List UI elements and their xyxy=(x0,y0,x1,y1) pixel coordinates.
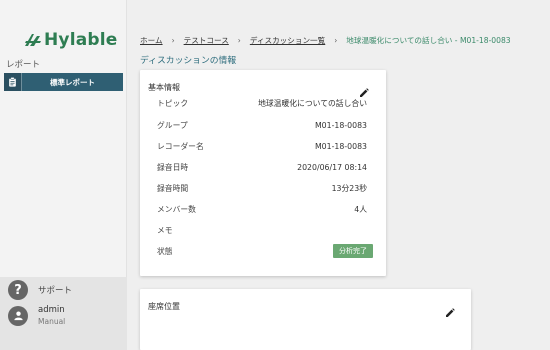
info-label: メモ xyxy=(157,225,173,235)
support-link[interactable]: ? サポート xyxy=(8,280,72,300)
info-label: グループ xyxy=(157,120,188,130)
breadcrumb-home[interactable]: ホーム xyxy=(140,35,163,46)
info-label: 録音時間 xyxy=(157,183,189,193)
info-row-topic: トピック 地球温暖化についての話し合い xyxy=(157,96,367,110)
info-label: メンバー数 xyxy=(157,204,196,214)
breadcrumb-current: 地球温暖化についての話し合い - M01-18-0083 xyxy=(346,36,511,45)
info-label: トピック xyxy=(157,98,189,108)
breadcrumb-separator: › xyxy=(171,36,175,45)
help-icon: ? xyxy=(8,280,28,300)
info-value: M01-18-0083 xyxy=(314,141,367,151)
info-value: 4人 xyxy=(354,204,367,214)
user-menu[interactable]: admin Manual xyxy=(8,305,65,326)
info-row-group: グループ M01-18-0083 xyxy=(157,118,367,132)
person-icon xyxy=(8,305,28,326)
info-row-duration: 録音時間 13分23秒 xyxy=(157,181,367,195)
info-row-recorder: レコーダー名 M01-18-0083 xyxy=(157,139,367,153)
info-value: 13分23秒 xyxy=(331,183,367,193)
brand-logo[interactable]: Hylable xyxy=(24,30,118,50)
info-row-memo: メモ xyxy=(157,223,367,237)
pencil-icon xyxy=(446,308,455,317)
info-row-members: メンバー数 4人 xyxy=(157,202,367,216)
basic-info-card: 基本情報 トピック 地球温暖化についての話し合い グループ M01-18-008… xyxy=(140,70,386,276)
brand-name: Hylable xyxy=(44,30,118,50)
info-row-recorded-at: 録音日時 2020/06/17 08:14 xyxy=(157,160,367,174)
info-row-status: 状態 分析完了 xyxy=(157,244,373,258)
status-badge: 分析完了 xyxy=(333,244,373,258)
info-value: 2020/06/17 08:14 xyxy=(297,162,367,172)
info-label: 状態 xyxy=(157,246,173,256)
info-label: レコーダー名 xyxy=(157,141,204,151)
support-label: サポート xyxy=(38,286,73,296)
edit-basic-info-button[interactable] xyxy=(359,83,369,97)
basic-info-heading: 基本情報 xyxy=(148,83,180,92)
sidebar-item-standard-report[interactable]: 標準レポート xyxy=(4,73,123,91)
info-value: M01-18-0083 xyxy=(314,120,367,130)
user-name: admin xyxy=(38,305,65,315)
main-content: ホーム › テストコース › ディスカッション一覧 › 地球温暖化についての話し… xyxy=(127,0,550,350)
page-title: ディスカッションの情報 xyxy=(140,56,237,66)
info-value: 地球温暖化についての話し合い xyxy=(258,98,367,108)
edit-seat-position-button[interactable] xyxy=(445,303,455,317)
user-role: Manual xyxy=(38,317,66,326)
clipboard-icon xyxy=(4,73,22,91)
breadcrumb-course[interactable]: テストコース xyxy=(184,35,229,46)
section-label-report: レポート xyxy=(6,60,41,70)
breadcrumb-discussion-list[interactable]: ディスカッション一覧 xyxy=(250,35,325,46)
seat-position-card: 座席位置 xyxy=(140,289,471,350)
info-label: 録音日時 xyxy=(157,162,189,172)
sidebar-item-label: 標準レポート xyxy=(50,77,95,87)
sidebar: Hylable レポート 標準レポート ? サポート admin Manual xyxy=(0,0,127,350)
hylable-leaf-icon xyxy=(25,34,41,46)
breadcrumb-separator: › xyxy=(237,36,241,45)
seat-position-heading: 座席位置 xyxy=(148,302,180,311)
breadcrumb-separator: › xyxy=(334,36,338,45)
breadcrumb: ホーム › テストコース › ディスカッション一覧 › 地球温暖化についての話し… xyxy=(140,35,511,46)
